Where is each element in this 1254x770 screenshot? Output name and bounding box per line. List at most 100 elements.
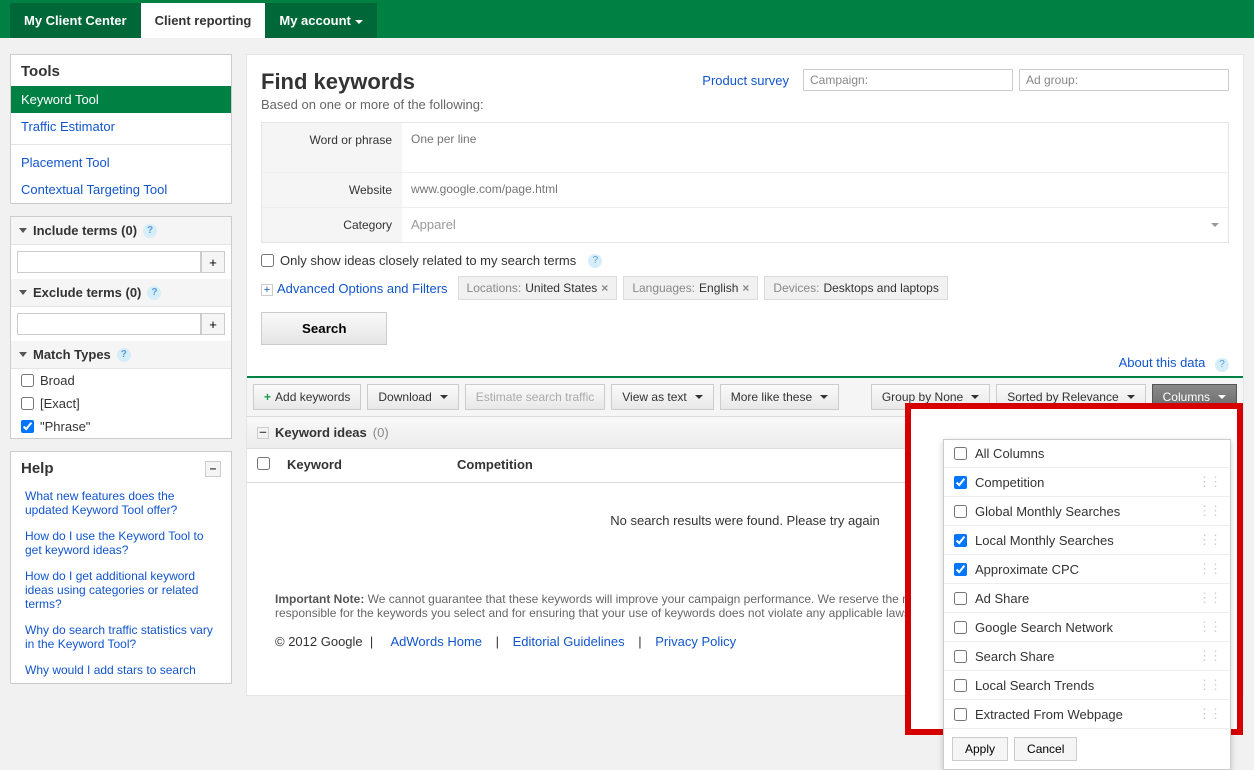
column-checkbox[interactable] [954, 650, 967, 663]
match-type-row: Broad [11, 369, 231, 392]
column-row: Approximate CPC ⋮⋮ [944, 555, 1230, 584]
column-checkbox[interactable] [954, 621, 967, 634]
match-label: "Phrase" [40, 419, 90, 434]
download-button[interactable]: Download [367, 384, 458, 410]
tab-my-account[interactable]: My account [265, 3, 377, 38]
column-label: All Columns [975, 446, 1044, 461]
help-icon[interactable]: ? [1215, 358, 1229, 372]
category-select[interactable]: Apparel [408, 214, 1222, 235]
match-checkbox[interactable] [21, 397, 34, 410]
col-keyword[interactable]: Keyword [287, 457, 457, 474]
tab-client-center[interactable]: My Client Center [10, 3, 141, 38]
chip-value: English [699, 281, 738, 295]
help-link[interactable]: Why do search traffic statistics vary in… [11, 617, 231, 657]
column-row: All Columns [944, 440, 1230, 468]
tool-keyword-tool[interactable]: Keyword Tool [11, 86, 231, 113]
grip-icon[interactable]: ⋮⋮ [1198, 677, 1220, 693]
match-checkbox[interactable] [21, 420, 34, 433]
apply-button[interactable]: Apply [952, 737, 1008, 761]
tab-client-reporting[interactable]: Client reporting [141, 3, 266, 38]
adgroup-input[interactable] [1019, 69, 1229, 91]
grip-icon[interactable]: ⋮⋮ [1198, 474, 1220, 490]
column-checkbox[interactable] [954, 592, 967, 605]
search-button[interactable]: Search [261, 312, 387, 345]
estimate-button[interactable]: Estimate search traffic [465, 384, 606, 410]
tool-traffic-estimator[interactable]: Traffic Estimator [11, 113, 231, 140]
add-keywords-label: Add keywords [275, 390, 350, 404]
closely-checkbox[interactable] [261, 254, 274, 267]
match-header[interactable]: Match Types? [11, 341, 231, 369]
column-label: Extracted From Webpage [975, 707, 1123, 722]
grip-icon[interactable]: ⋮⋮ [1198, 532, 1220, 548]
grip-icon[interactable]: ⋮⋮ [1198, 503, 1220, 519]
website-input[interactable] [408, 179, 1222, 199]
tool-contextual-targeting[interactable]: Contextual Targeting Tool [11, 176, 231, 203]
help-link[interactable]: How do I use the Keyword Tool to get key… [11, 523, 231, 563]
plus-icon: + [264, 390, 271, 404]
filter-chip[interactable]: Devices: Desktops and laptops [764, 276, 947, 300]
exclude-input[interactable] [17, 313, 201, 335]
grip-icon[interactable]: ⋮⋮ [1198, 706, 1220, 722]
match-type-row: "Phrase" [11, 415, 231, 438]
cancel-button[interactable]: Cancel [1014, 737, 1077, 761]
grip-icon[interactable]: ⋮⋮ [1198, 590, 1220, 606]
columns-label: Columns [1163, 390, 1210, 404]
product-survey-link[interactable]: Product survey [702, 73, 789, 88]
adwords-home-link[interactable]: AdWords Home [390, 634, 482, 649]
privacy-link[interactable]: Privacy Policy [655, 634, 736, 649]
column-checkbox[interactable] [954, 563, 967, 576]
help-link[interactable]: Why would I add stars to search [11, 657, 231, 683]
campaign-input[interactable] [803, 69, 1013, 91]
columns-panel: All ColumnsCompetition⋮⋮Global Monthly S… [943, 439, 1231, 770]
include-header[interactable]: Include terms (0)? [11, 217, 231, 245]
word-input[interactable] [408, 129, 1222, 163]
match-label: Match Types [33, 347, 111, 362]
content-area: Find keywords Based on one or more of th… [246, 54, 1244, 696]
match-checkbox[interactable] [21, 374, 34, 387]
include-input[interactable] [17, 251, 201, 273]
column-checkbox[interactable] [954, 447, 967, 460]
column-checkbox[interactable] [954, 505, 967, 518]
grip-icon[interactable]: ⋮⋮ [1198, 619, 1220, 635]
filter-chip[interactable]: Languages: English × [623, 276, 758, 300]
exclude-header[interactable]: Exclude terms (0)? [11, 279, 231, 307]
caret-down-icon [820, 395, 828, 399]
collapse-button[interactable]: – [205, 461, 221, 477]
advanced-label: Advanced Options and Filters [277, 281, 448, 296]
close-icon[interactable]: × [742, 281, 749, 295]
exclude-add-button[interactable]: + [201, 313, 225, 335]
tool-placement-tool[interactable]: Placement Tool [11, 149, 231, 176]
category-label: Category [262, 208, 402, 242]
grip-icon[interactable]: ⋮⋮ [1198, 648, 1220, 664]
grip-icon[interactable]: ⋮⋮ [1198, 561, 1220, 577]
advanced-link[interactable]: +Advanced Options and Filters [261, 281, 448, 296]
expand-icon [19, 352, 27, 357]
select-all-checkbox[interactable] [257, 457, 270, 470]
column-checkbox[interactable] [954, 534, 967, 547]
help-link[interactable]: What new features does the updated Keywo… [11, 483, 231, 523]
column-label: Approximate CPC [975, 562, 1079, 577]
column-label: Competition [975, 475, 1044, 490]
include-add-button[interactable]: + [201, 251, 225, 273]
close-icon[interactable]: × [601, 281, 608, 295]
help-icon[interactable]: ? [147, 286, 161, 300]
help-link[interactable]: How do I get additional keyword ideas us… [11, 563, 231, 617]
column-checkbox[interactable] [954, 708, 967, 721]
help-icon[interactable]: ? [117, 348, 131, 362]
column-checkbox[interactable] [954, 476, 967, 489]
caret-down-icon [440, 395, 448, 399]
chip-value: Desktops and laptops [823, 281, 938, 295]
filter-chip[interactable]: Locations: United States × [458, 276, 618, 300]
view-as-text-button[interactable]: View as text [611, 384, 713, 410]
include-label: Include terms (0) [33, 223, 137, 238]
editorial-link[interactable]: Editorial Guidelines [513, 634, 625, 649]
column-row: Competition ⋮⋮ [944, 468, 1230, 497]
add-keywords-button[interactable]: + Add keywords [253, 384, 361, 410]
about-data-link[interactable]: About this data ? [261, 355, 1229, 372]
help-icon[interactable]: ? [143, 224, 157, 238]
search-form: Word or phrase Website Category Apparel [261, 122, 1229, 243]
help-icon[interactable]: ? [588, 254, 602, 268]
copyright: © 2012 Google [275, 634, 363, 649]
more-like-button[interactable]: More like these [720, 384, 839, 410]
word-label: Word or phrase [262, 123, 402, 172]
